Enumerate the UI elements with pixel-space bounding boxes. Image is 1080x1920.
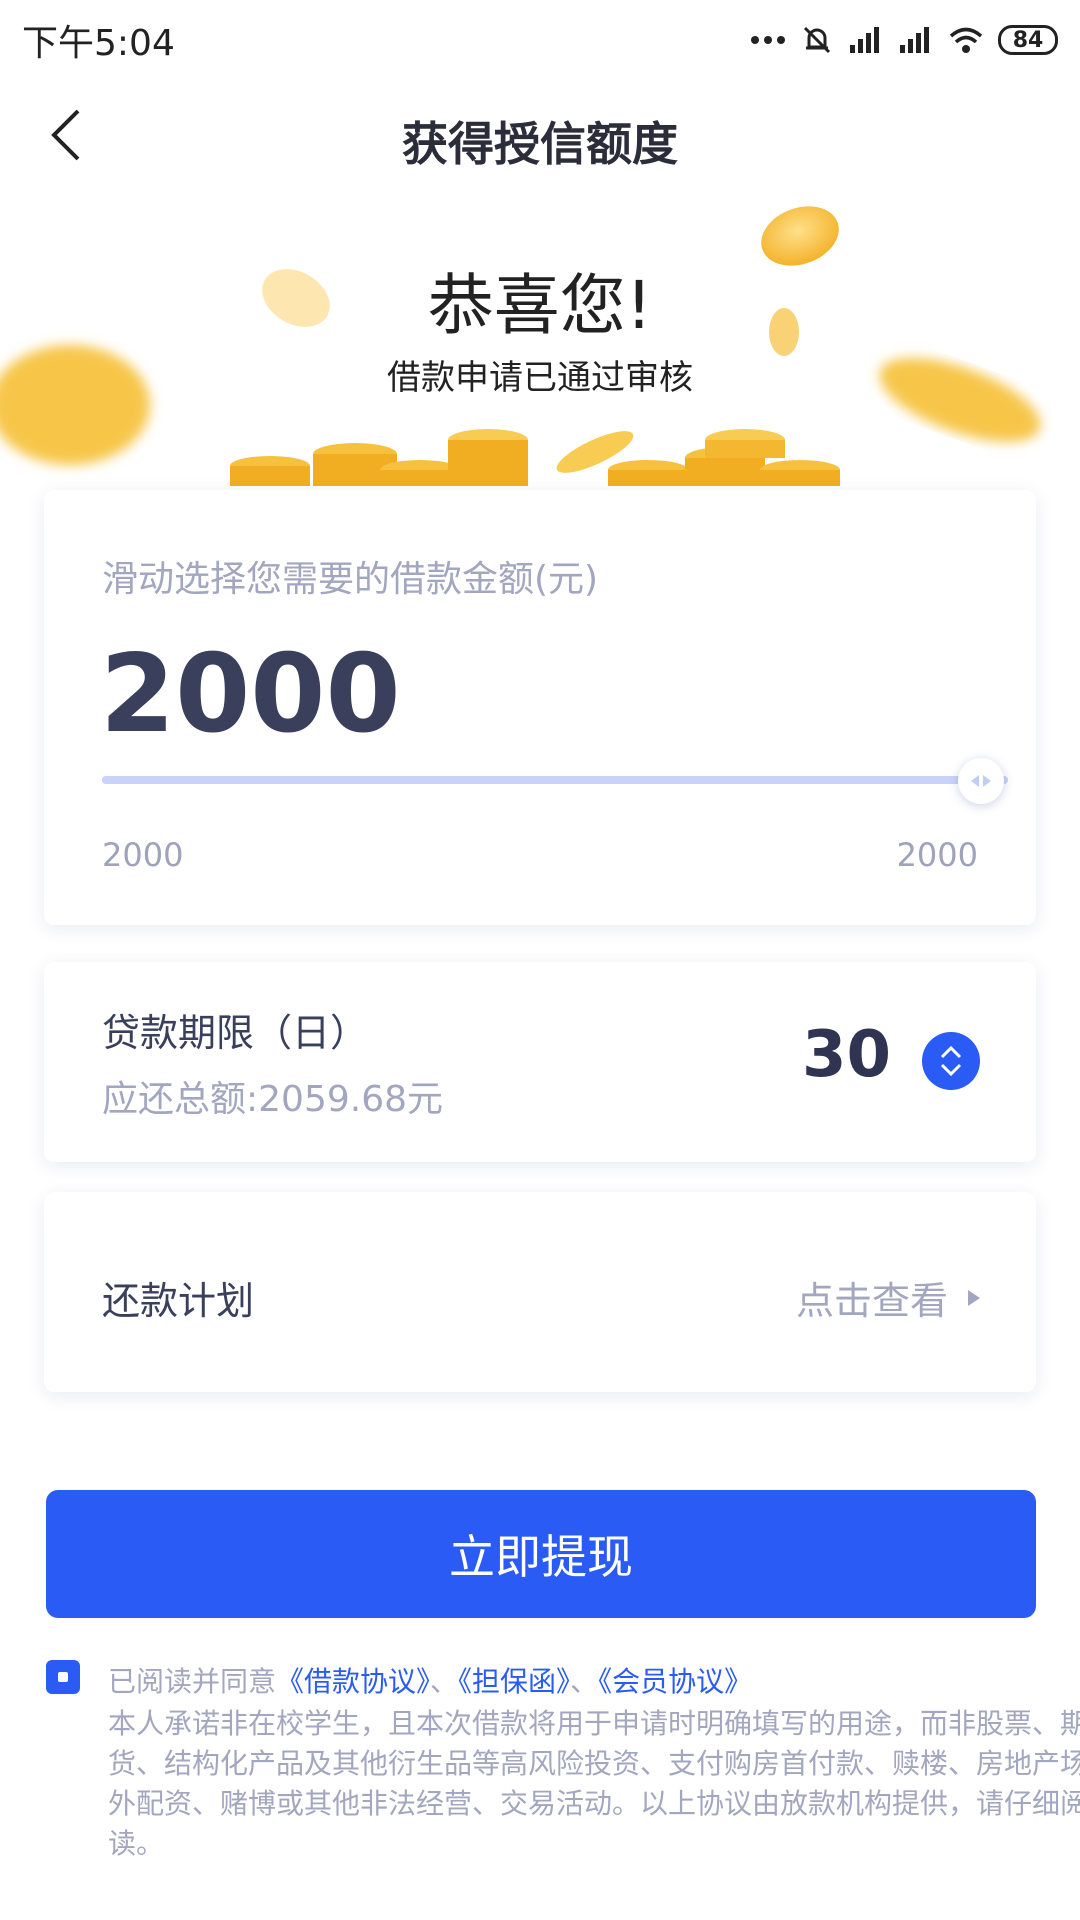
battery-icon: 84 [998,25,1058,55]
hero-banner: 恭喜您! 借款申请已通过审核 [0,190,1080,490]
amount-label: 滑动选择您需要的借款金额(元) [102,559,599,600]
page-title: 获得授信额度 [402,117,678,171]
status-icons: 84 [750,23,1058,57]
agreement-disclaimer: 本人承诺非在校学生，且本次借款将用于申请时明确填写的用途，而非股票、期货、结构化… [108,1707,1080,1860]
status-bar: 下午5:04 84 [0,0,1080,80]
amount-slider-track[interactable] [102,776,1008,784]
agreement-prefix: 已阅读并同意 [108,1665,277,1698]
checkbox-check-icon [58,1672,68,1682]
amount-card: 滑动选择您需要的借款金额(元) 2000 2000 2000 [44,490,1036,925]
wifi-icon [949,27,983,53]
status-time: 下午5:04 [22,23,175,64]
agree-checkbox[interactable] [46,1660,80,1694]
up-down-chevron-icon [940,1045,962,1077]
slider-max-label: 2000 [896,836,978,874]
hero-subtitle: 借款申请已通过审核 [387,358,693,398]
loan-agreement-link[interactable]: 《借款协议》 [276,1665,430,1698]
repayment-plan-label: 还款计划 [102,1279,255,1323]
amount-slider-handle[interactable] [958,758,1004,804]
view-plan-text: 点击查看 [795,1279,948,1323]
withdraw-button[interactable]: 立即提现 [46,1490,1036,1618]
amount-slider-fill [102,776,1008,784]
amount-value: 2000 [100,632,401,757]
battery-level: 84 [1012,27,1044,53]
signal-icon [850,27,879,53]
agreement-separator: 、 [570,1665,599,1698]
term-label: 贷款期限（日） [102,1011,369,1055]
term-picker-button[interactable] [922,1032,980,1090]
hero-title: 恭喜您! [427,267,653,344]
signal-icon-2 [900,27,929,53]
slider-arrows-icon [971,775,991,787]
term-card: 贷款期限（日） 应还总额:2059.68元 30 [44,962,1036,1162]
slider-min-label: 2000 [102,836,184,874]
repayment-plan-card[interactable]: 还款计划 点击查看 [44,1192,1036,1392]
repay-total: 应还总额:2059.68元 [102,1079,443,1120]
more-dots-icon [751,36,785,44]
triangle-right-icon [968,1289,980,1306]
member-agreement-link[interactable]: 《会员协议》 [598,1665,752,1698]
view-plan-link[interactable]: 点击查看 [796,1270,980,1325]
term-value: 30 [801,1018,891,1092]
agreement-separator: 、 [430,1665,459,1698]
mute-bell-icon [803,26,831,54]
agreement-line: 已阅读并同意《借款协议》、《担保函》、《会员协议》 [108,1660,752,1700]
nav-bar: 获得授信额度 [0,80,1080,190]
guarantee-letter-link[interactable]: 《担保函》 [458,1665,570,1698]
